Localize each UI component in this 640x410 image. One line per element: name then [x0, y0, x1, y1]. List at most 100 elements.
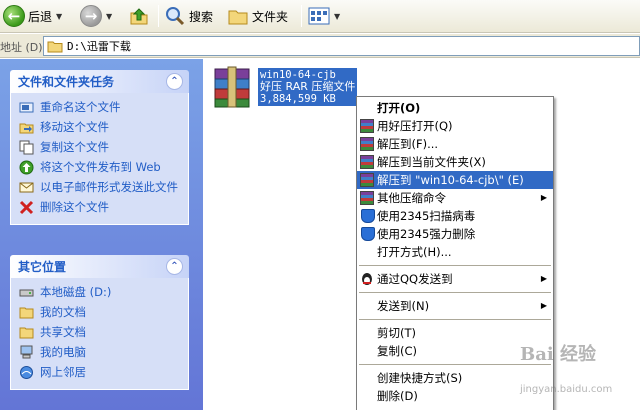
- task-publish-web[interactable]: 将这个文件发布到 Web: [18, 158, 188, 178]
- email-icon: [18, 179, 34, 195]
- chevron-down-icon[interactable]: ▼: [56, 12, 62, 21]
- menu-open-haozip[interactable]: 用好压打开(Q): [357, 117, 553, 135]
- chevron-down-icon[interactable]: ▼: [334, 12, 340, 21]
- folders-label: 文件夹: [252, 9, 289, 24]
- file-label-selection[interactable]: win10-64-cjb 好压 RAR 压缩文件 3,884,599 KB: [258, 68, 358, 106]
- task-label: 将这个文件发布到 Web: [40, 160, 161, 174]
- toolbar: ← 后退 ▼ → ▼ 搜索 文件夹 ▼: [0, 0, 640, 33]
- task-pane: 文件和文件夹任务 ⌃ 重命名这个文件 移动这个文件 复制这个文件 将这个文件发布…: [0, 59, 203, 410]
- toolbar-separator: [158, 5, 159, 27]
- other-places-panel: 其它位置 ⌃ 本地磁盘 (D:) 我的文档 共享文档 我的电脑 网上邻居: [10, 255, 189, 390]
- collapse-icon[interactable]: ⌃: [166, 258, 183, 275]
- copy-icon: [18, 139, 34, 155]
- menu-delete-2345[interactable]: 使用2345强力删除: [357, 225, 553, 243]
- address-bar: 地址 (D) D:\迅雷下载: [0, 34, 640, 58]
- back-button[interactable]: ← 后退 ▼: [3, 3, 62, 29]
- menu-label: 删除(D): [377, 389, 418, 403]
- file-size: 3,884,599 KB: [260, 93, 336, 105]
- menu-open[interactable]: 打开(O): [357, 99, 553, 117]
- menu-label: 用好压打开(Q): [377, 119, 453, 133]
- menu-label: 创建快捷方式(S): [377, 371, 463, 385]
- menu-label: 打开方式(H)...: [377, 245, 452, 259]
- place-shared-documents[interactable]: 共享文档: [18, 323, 188, 343]
- up-folder-icon: [130, 8, 148, 25]
- place-label: 我的文档: [40, 305, 86, 319]
- place-my-computer[interactable]: 我的电脑: [18, 343, 188, 363]
- up-folder-button[interactable]: [128, 3, 150, 29]
- task-email[interactable]: 以电子邮件形式发送此文件: [18, 178, 188, 198]
- address-field[interactable]: D:\迅雷下载: [43, 36, 640, 56]
- web-publish-icon: [18, 159, 34, 175]
- task-copy[interactable]: 复制这个文件: [18, 138, 188, 158]
- task-label: 重命名这个文件: [40, 100, 121, 114]
- forward-button[interactable]: → ▼: [80, 3, 112, 29]
- menu-extract-here[interactable]: 解压到当前文件夹(X): [357, 153, 553, 171]
- place-local-disk[interactable]: 本地磁盘 (D:): [18, 283, 188, 303]
- chevron-down-icon[interactable]: ▼: [106, 12, 112, 21]
- network-icon: [18, 364, 34, 380]
- menu-label: 解压到 "win10-64-cjb\" (E): [377, 173, 524, 187]
- collapse-icon[interactable]: ⌃: [166, 73, 183, 90]
- baidu-watermark-url: jingyan.baidu.com: [520, 384, 613, 395]
- menu-label: 打开(O): [377, 101, 421, 115]
- haozip-icon: [360, 119, 374, 133]
- file-tasks-body: 重命名这个文件 移动这个文件 复制这个文件 将这个文件发布到 Web 以电子邮件…: [10, 93, 189, 225]
- file-type: 好压 RAR 压缩文件: [260, 80, 356, 93]
- haozip-icon: [360, 155, 374, 169]
- place-label: 共享文档: [40, 325, 86, 339]
- menu-extract-to[interactable]: 解压到(F)...: [357, 135, 553, 153]
- search-button[interactable]: 搜索: [164, 3, 213, 29]
- file-tasks-header[interactable]: 文件和文件夹任务 ⌃: [10, 70, 189, 93]
- menu-other-compress[interactable]: 其他压缩命令 ▶: [357, 189, 553, 207]
- task-label: 移动这个文件: [40, 120, 109, 134]
- menu-separator: [359, 319, 551, 320]
- back-arrow-icon: ←: [3, 5, 25, 27]
- menu-separator: [359, 265, 551, 266]
- place-network[interactable]: 网上邻居: [18, 363, 188, 383]
- folder-icon: [228, 10, 248, 25]
- folders-button[interactable]: 文件夹: [227, 3, 288, 29]
- submenu-arrow-icon: ▶: [540, 301, 547, 310]
- submenu-arrow-icon: ▶: [540, 193, 547, 202]
- task-rename[interactable]: 重命名这个文件: [18, 98, 188, 118]
- menu-label: 复制(C): [377, 344, 418, 358]
- folder-icon: [18, 324, 34, 340]
- menu-label: 使用2345扫描病毒: [377, 209, 476, 223]
- menu-extract-named[interactable]: 解压到 "win10-64-cjb\" (E): [357, 171, 553, 189]
- place-my-documents[interactable]: 我的文档: [18, 303, 188, 323]
- rar-archive-icon[interactable]: [211, 65, 253, 109]
- baidu-watermark: Bai 经验: [520, 344, 596, 365]
- rename-icon: [18, 99, 34, 115]
- menu-send-qq[interactable]: 通过QQ发送到 ▶: [357, 270, 553, 288]
- menu-label: 发送到(N): [377, 299, 430, 313]
- place-label: 我的电脑: [40, 345, 86, 359]
- drive-icon: [18, 284, 34, 300]
- file-tasks-title: 文件和文件夹任务: [18, 75, 115, 89]
- other-places-body: 本地磁盘 (D:) 我的文档 共享文档 我的电脑 网上邻居: [10, 278, 189, 390]
- menu-scan-2345[interactable]: 使用2345扫描病毒: [357, 207, 553, 225]
- delete-icon: [18, 199, 34, 215]
- folder-icon: [18, 304, 34, 320]
- menu-label: 通过QQ发送到: [377, 272, 453, 286]
- menu-separator: [359, 292, 551, 293]
- task-delete[interactable]: 删除这个文件: [18, 198, 188, 218]
- other-places-title: 其它位置: [18, 260, 67, 274]
- menu-label: 剪切(T): [377, 326, 416, 340]
- menu-send-to[interactable]: 发送到(N) ▶: [357, 297, 553, 315]
- views-icon: [308, 7, 330, 25]
- task-label: 复制这个文件: [40, 140, 109, 154]
- task-move[interactable]: 移动这个文件: [18, 118, 188, 138]
- views-button[interactable]: ▼: [308, 3, 340, 29]
- submenu-arrow-icon: ▶: [540, 274, 547, 283]
- shield-icon: [361, 209, 375, 223]
- haozip-icon: [360, 191, 374, 205]
- search-label: 搜索: [189, 9, 214, 24]
- back-label: 后退: [28, 9, 53, 24]
- file-tasks-panel: 文件和文件夹任务 ⌃ 重命名这个文件 移动这个文件 复制这个文件 将这个文件发布…: [10, 70, 189, 225]
- folder-icon: [47, 41, 63, 53]
- other-places-header[interactable]: 其它位置 ⌃: [10, 255, 189, 278]
- task-label: 以电子邮件形式发送此文件: [40, 180, 178, 194]
- menu-open-with[interactable]: 打开方式(H)...: [357, 243, 553, 261]
- menu-label: 解压到(F)...: [377, 137, 439, 151]
- search-icon: [166, 7, 185, 26]
